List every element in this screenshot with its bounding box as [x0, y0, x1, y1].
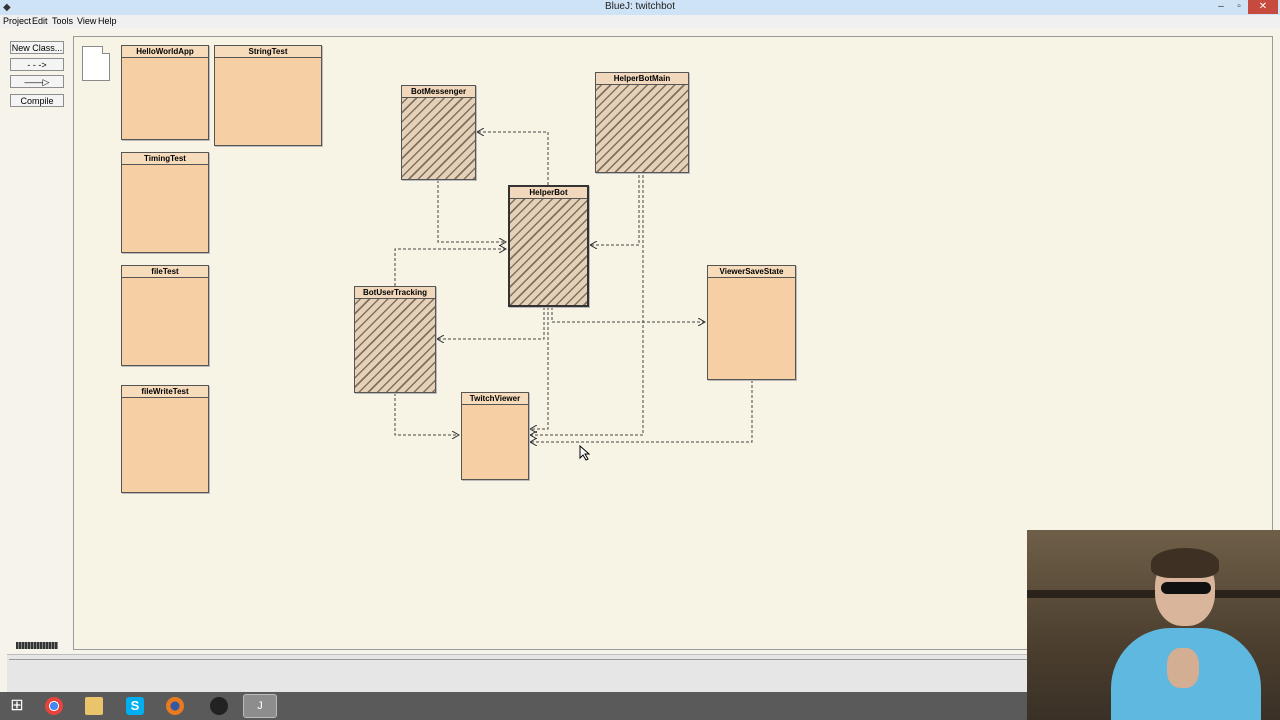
webcam-overlay — [1027, 530, 1280, 720]
class-name: HelperBot — [510, 187, 587, 199]
title-bar: ◆ BlueJ: twitchbot – ▫ ✕ — [0, 0, 1280, 16]
arrow-botmessenger-helperbot — [437, 180, 506, 242]
class-name: ViewerSaveState — [708, 266, 795, 278]
skype-icon[interactable]: S — [126, 697, 144, 715]
class-botusertracking[interactable]: BotUserTracking — [354, 286, 436, 393]
arrow-helperbot-botmessenger — [477, 132, 549, 185]
file-explorer-icon[interactable] — [85, 697, 103, 715]
class-name: HelloWorldApp — [122, 46, 208, 58]
window-title: BlueJ: twitchbot — [604, 1, 676, 12]
arrow-helperbot-botusertracking — [437, 307, 545, 339]
class-name: BotUserTracking — [355, 287, 435, 299]
class-botmessenger[interactable]: BotMessenger — [401, 85, 476, 180]
menu-bar: Project Edit Tools View Help — [0, 15, 1280, 28]
progress-indicator — [16, 642, 58, 649]
class-name: HelperBotMain — [596, 73, 688, 85]
new-class-button[interactable]: New Class... — [10, 41, 64, 54]
mouse-cursor-icon — [579, 445, 591, 461]
webcam-person-hand — [1167, 648, 1199, 688]
menu-edit[interactable]: Edit — [32, 16, 48, 26]
maximize-button[interactable]: ▫ — [1230, 0, 1248, 14]
compile-button[interactable]: Compile — [10, 94, 64, 107]
arrow-viewersavestate-twitchviewer — [530, 380, 753, 442]
arrow-botusertracking-twitchviewer — [394, 393, 459, 435]
obs-icon[interactable] — [210, 697, 228, 715]
bluej-task-icon[interactable]: J — [243, 694, 277, 718]
class-helperbotmain[interactable]: HelperBotMain — [595, 72, 689, 173]
class-name: BotMessenger — [402, 86, 475, 98]
class-filetest[interactable]: fileTest — [121, 265, 209, 366]
class-helperbot[interactable]: HelperBot — [508, 185, 589, 307]
menu-help[interactable]: Help — [98, 16, 117, 26]
class-twitchviewer[interactable]: TwitchViewer — [461, 392, 529, 480]
webcam-shelf — [1027, 590, 1280, 598]
menu-view[interactable]: View — [77, 16, 96, 26]
class-viewersavestate[interactable]: ViewerSaveState — [707, 265, 796, 380]
readme-file-icon[interactable] — [82, 46, 110, 81]
webcam-person-glasses — [1161, 582, 1211, 594]
uses-arrow-button[interactable]: - - -> — [10, 58, 64, 71]
inheritance-arrow-button[interactable]: ——▷ — [10, 75, 64, 88]
windows-start-icon[interactable]: ⊞ — [8, 697, 26, 715]
close-button[interactable]: ✕ — [1248, 0, 1278, 14]
class-stringtest[interactable]: StringTest — [214, 45, 322, 146]
menu-tools[interactable]: Tools — [52, 16, 73, 26]
arrow-helperbot-twitchviewer — [530, 307, 549, 429]
webcam-person-hair — [1151, 548, 1219, 578]
class-helloworldapp[interactable]: HelloWorldApp — [121, 45, 209, 140]
class-name: fileWriteTest — [122, 386, 208, 398]
class-name: fileTest — [122, 266, 208, 278]
minimize-button[interactable]: – — [1212, 0, 1230, 14]
arrow-botusertracking-helperbot — [394, 249, 506, 286]
arrow-helperbot-viewersavestate — [551, 307, 705, 322]
class-name: StringTest — [215, 46, 321, 58]
menu-project[interactable]: Project — [3, 16, 31, 26]
class-name: TwitchViewer — [462, 393, 528, 405]
firefox-icon[interactable] — [166, 697, 184, 715]
class-filewritetest[interactable]: fileWriteTest — [121, 385, 209, 493]
class-timingtest[interactable]: TimingTest — [121, 152, 209, 253]
class-name: TimingTest — [122, 153, 208, 165]
chrome-icon[interactable] — [45, 697, 63, 715]
arrow-helperbotmain-helperbot — [590, 175, 640, 245]
